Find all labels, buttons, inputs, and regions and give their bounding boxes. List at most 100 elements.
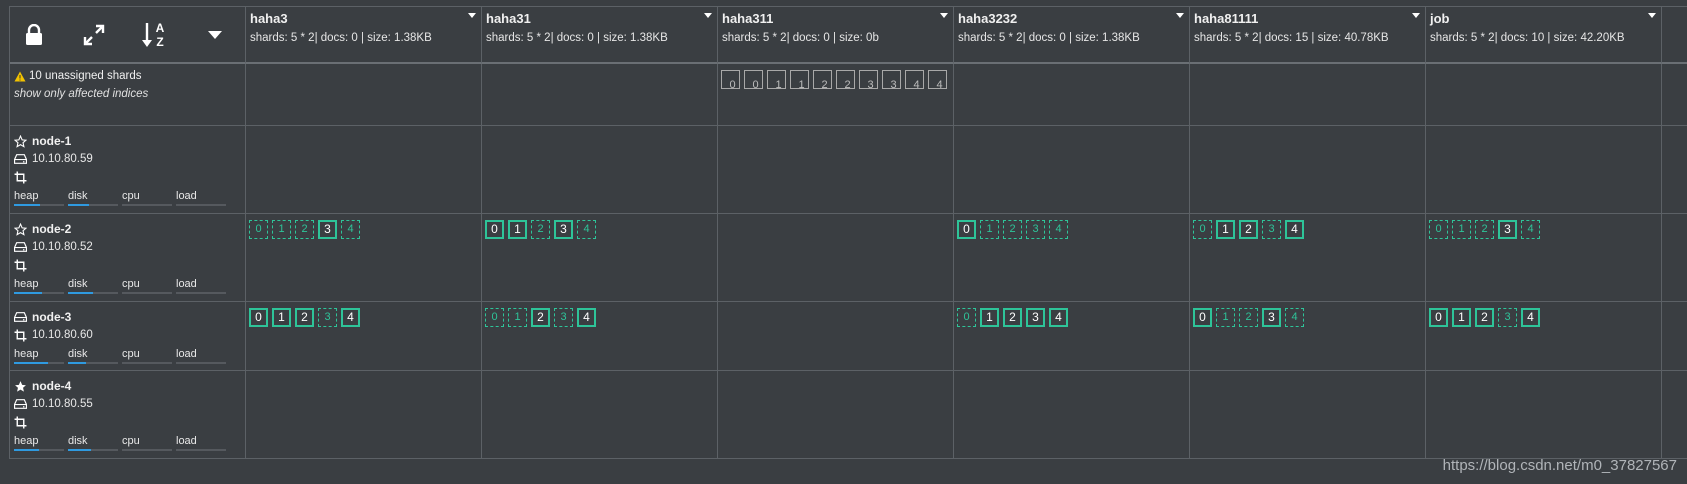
replica-shard[interactable]: 0 bbox=[485, 308, 504, 327]
index-menu-caret-icon[interactable] bbox=[1176, 13, 1184, 18]
replica-shard[interactable]: 4 bbox=[1049, 220, 1068, 239]
primary-shard[interactable]: 0 bbox=[1193, 308, 1212, 327]
node-index-shards-cell bbox=[718, 126, 954, 214]
shard-list: 01234 bbox=[954, 214, 1187, 239]
replica-shard[interactable]: 0 bbox=[957, 308, 976, 327]
primary-shard[interactable]: 3 bbox=[554, 220, 573, 239]
node-role-line bbox=[14, 413, 245, 431]
metric-heap: heap bbox=[14, 348, 64, 364]
primary-shard[interactable]: 3 bbox=[1026, 308, 1045, 327]
index-menu-caret-icon[interactable] bbox=[1412, 13, 1420, 18]
shard-list bbox=[246, 126, 479, 132]
metric-load: load bbox=[176, 278, 226, 294]
index-name[interactable]: haha81111 bbox=[1194, 11, 1425, 26]
replica-shard[interactable]: 2 bbox=[295, 220, 314, 239]
index-name[interactable]: haha3 bbox=[250, 11, 481, 26]
replica-shard[interactable]: 2 bbox=[1475, 220, 1494, 239]
primary-shard[interactable]: 0 bbox=[1429, 308, 1448, 327]
unassigned-shard[interactable]: 4 bbox=[905, 70, 924, 91]
node-index-shards-cell bbox=[1426, 126, 1662, 214]
primary-shard[interactable]: 2 bbox=[1003, 308, 1022, 327]
replica-shard[interactable]: 4 bbox=[1521, 220, 1540, 239]
primary-shard[interactable]: 1 bbox=[508, 220, 527, 239]
expand-icon[interactable] bbox=[74, 15, 114, 55]
unassigned-shard[interactable]: 2 bbox=[813, 70, 832, 91]
replica-shard[interactable]: 1 bbox=[508, 308, 527, 327]
replica-shard[interactable]: 4 bbox=[1285, 308, 1304, 327]
replica-shard[interactable]: 3 bbox=[1262, 220, 1281, 239]
show-affected-indices-link[interactable]: show only affected indices bbox=[14, 88, 245, 100]
primary-shard[interactable]: 1 bbox=[1216, 220, 1235, 239]
replica-shard[interactable]: 3 bbox=[1026, 220, 1045, 239]
shard-list bbox=[954, 126, 1187, 132]
primary-shard[interactable]: 4 bbox=[1285, 220, 1304, 239]
primary-shard[interactable]: 0 bbox=[485, 220, 504, 239]
replica-shard[interactable]: 2 bbox=[1239, 308, 1258, 327]
node-name[interactable]: node-2 bbox=[32, 222, 71, 236]
primary-shard[interactable]: 4 bbox=[577, 308, 596, 327]
metric-bar bbox=[68, 292, 118, 294]
primary-shard[interactable]: 2 bbox=[1239, 220, 1258, 239]
primary-shard[interactable]: 4 bbox=[341, 308, 360, 327]
metric-bar bbox=[14, 362, 64, 364]
replica-shard[interactable]: 0 bbox=[1429, 220, 1448, 239]
primary-shard[interactable]: 2 bbox=[531, 308, 550, 327]
replica-shard[interactable]: 3 bbox=[318, 308, 337, 327]
index-menu-caret-icon[interactable] bbox=[940, 13, 948, 18]
replica-shard[interactable]: 2 bbox=[531, 220, 550, 239]
index-name[interactable]: haha311 bbox=[722, 11, 953, 26]
index-menu-caret-icon[interactable] bbox=[704, 13, 712, 18]
sort-az-icon[interactable]: AZ bbox=[135, 15, 175, 55]
node-name[interactable]: node-4 bbox=[32, 379, 71, 393]
shard-list bbox=[482, 64, 715, 70]
node-index-shards-cell: 01234 bbox=[246, 214, 482, 302]
primary-shard[interactable]: 2 bbox=[1475, 308, 1494, 327]
unassigned-shard[interactable]: 3 bbox=[859, 70, 878, 91]
index-menu-caret-icon[interactable] bbox=[468, 13, 476, 18]
replica-shard[interactable]: 3 bbox=[554, 308, 573, 327]
primary-shard[interactable]: 3 bbox=[1262, 308, 1281, 327]
index-menu-caret-icon[interactable] bbox=[1648, 13, 1656, 18]
unassigned-shard[interactable]: 1 bbox=[790, 70, 809, 91]
node-ip: 10.10.80.60 bbox=[32, 329, 93, 341]
node-name[interactable]: node-1 bbox=[32, 134, 71, 148]
primary-shard[interactable]: 1 bbox=[272, 308, 291, 327]
dropdown-caret-icon[interactable] bbox=[195, 15, 235, 55]
primary-shard[interactable]: 2 bbox=[295, 308, 314, 327]
node-index-shards-cell bbox=[718, 214, 954, 302]
replica-shard[interactable]: 0 bbox=[1193, 220, 1212, 239]
replica-shard[interactable]: 4 bbox=[577, 220, 596, 239]
replica-shard[interactable]: 1 bbox=[1216, 308, 1235, 327]
unassigned-shard[interactable]: 4 bbox=[928, 70, 947, 91]
index-name[interactable]: haha31 bbox=[486, 11, 717, 26]
node-index-shards-cell bbox=[246, 126, 482, 214]
replica-shard[interactable]: 4 bbox=[341, 220, 360, 239]
metric-label: load bbox=[176, 278, 197, 290]
primary-shard[interactable]: 4 bbox=[1049, 308, 1068, 327]
unassigned-shard[interactable]: 1 bbox=[767, 70, 786, 91]
replica-shard[interactable]: 2 bbox=[1003, 220, 1022, 239]
replica-shard[interactable]: 3 bbox=[1498, 308, 1517, 327]
unassigned-shard[interactable]: 3 bbox=[882, 70, 901, 91]
unassigned-shard[interactable]: 2 bbox=[836, 70, 855, 91]
primary-shard[interactable]: 3 bbox=[318, 220, 337, 239]
primary-shard[interactable]: 0 bbox=[249, 308, 268, 327]
primary-shard[interactable]: 1 bbox=[1452, 308, 1471, 327]
shard-list bbox=[954, 64, 1187, 70]
unassigned-shard[interactable]: 0 bbox=[744, 70, 763, 91]
index-name[interactable]: job bbox=[1430, 11, 1661, 26]
replica-shard[interactable]: 0 bbox=[249, 220, 268, 239]
replica-shard[interactable]: 1 bbox=[980, 220, 999, 239]
node-name[interactable]: node-3 bbox=[32, 310, 71, 324]
filler-cell bbox=[1662, 126, 1687, 214]
lock-icon[interactable] bbox=[14, 15, 54, 55]
primary-shard[interactable]: 3 bbox=[1498, 220, 1517, 239]
primary-shard[interactable]: 0 bbox=[957, 220, 976, 239]
primary-shard[interactable]: 4 bbox=[1521, 308, 1540, 327]
node-name-line: node-3 bbox=[14, 308, 245, 326]
index-name[interactable]: haha3232 bbox=[958, 11, 1189, 26]
primary-shard[interactable]: 1 bbox=[980, 308, 999, 327]
replica-shard[interactable]: 1 bbox=[1452, 220, 1471, 239]
replica-shard[interactable]: 1 bbox=[272, 220, 291, 239]
unassigned-shard[interactable]: 0 bbox=[721, 70, 740, 91]
